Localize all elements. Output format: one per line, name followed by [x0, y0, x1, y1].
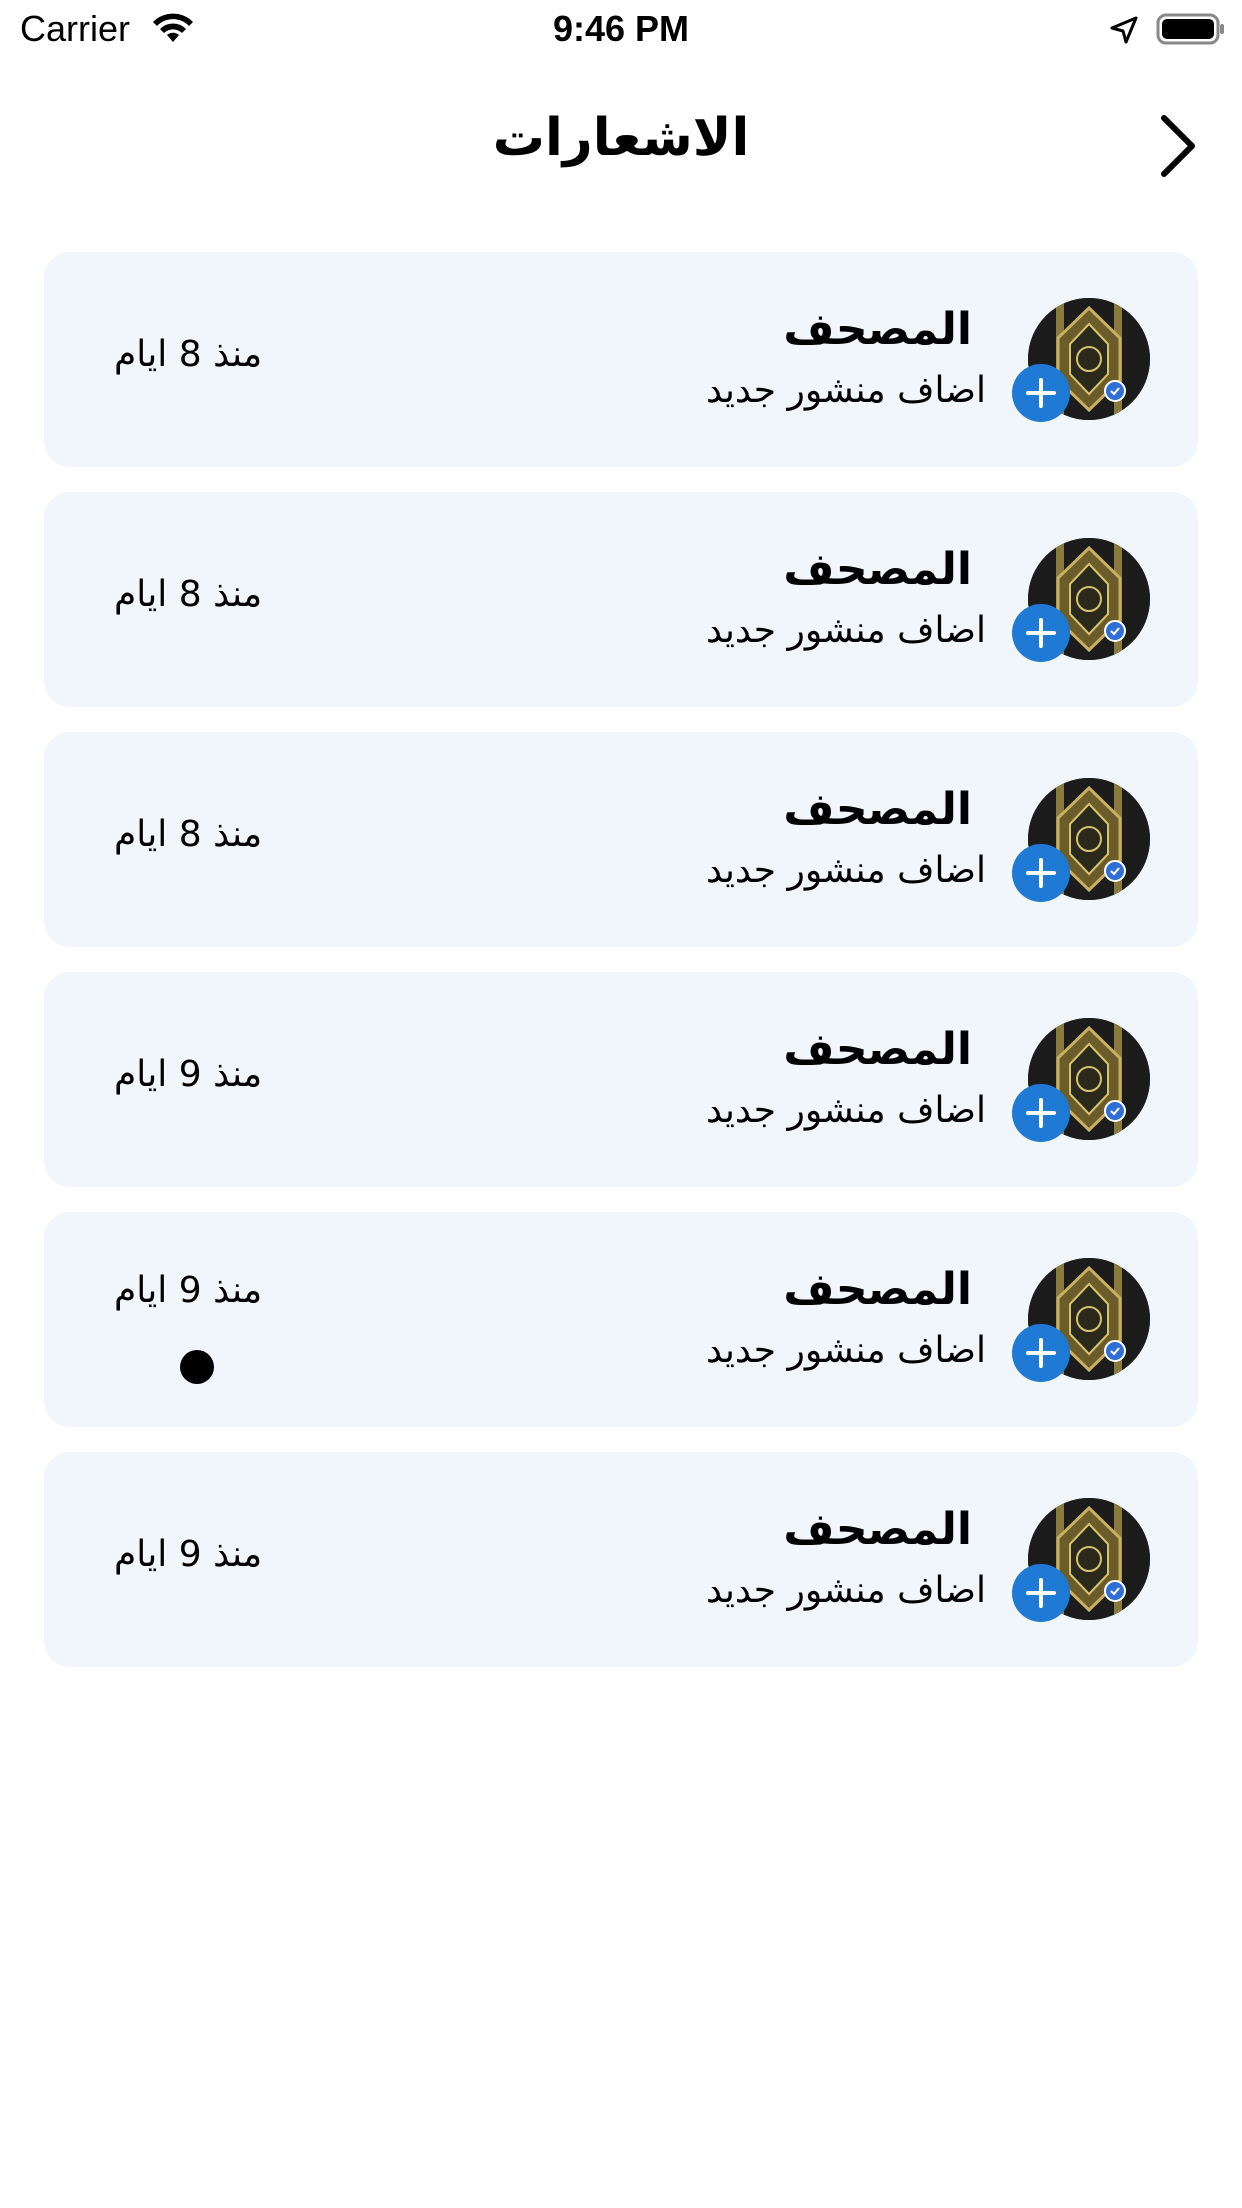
notification-text: اضاف منشور جديد [705, 610, 986, 651]
plus-icon [1026, 1578, 1056, 1608]
notification-time: منذ 8 ايام [114, 334, 263, 375]
follow-button[interactable] [1012, 844, 1070, 902]
status-time: 9:46 PM [552, 8, 690, 49]
avatar-container [1012, 1498, 1150, 1622]
verified-icon [1104, 1340, 1126, 1362]
verified-icon [1104, 1580, 1126, 1602]
notification-card[interactable]: المصحف اضاف منشور جديد منذ 8 ايام [44, 252, 1198, 467]
page-title: الاشعارات [492, 108, 750, 168]
verified-icon [1104, 860, 1126, 882]
sender-name: المصحف [783, 304, 972, 355]
follow-button[interactable] [1012, 1564, 1070, 1622]
plus-icon [1026, 858, 1056, 888]
unread-indicator [180, 1350, 214, 1384]
follow-button[interactable] [1012, 604, 1070, 662]
sender-name: المصحف [783, 544, 972, 595]
follow-button[interactable] [1012, 1324, 1070, 1382]
notification-time: منذ 8 ايام [114, 574, 263, 615]
notifications-list: المصحف اضاف منشور جديد منذ 8 ايام المصحف… [44, 252, 1198, 1692]
notification-text: اضاف منشور جديد [705, 1090, 986, 1131]
notification-time: منذ 9 ايام [114, 1054, 263, 1095]
location-icon [1110, 16, 1138, 44]
battery-icon [1156, 13, 1224, 45]
notification-card[interactable]: المصحف اضاف منشور جديد منذ 8 ايام [44, 732, 1198, 947]
avatar-container [1012, 538, 1150, 662]
notification-time: منذ 8 ايام [114, 814, 263, 855]
notification-text: اضاف منشور جديد [705, 1330, 986, 1371]
notification-text: اضاف منشور جديد [705, 370, 986, 411]
status-bar: Carrier 9:46 PM [0, 0, 1242, 62]
avatar-container [1012, 1018, 1150, 1142]
back-button[interactable] [1150, 110, 1206, 182]
plus-icon [1026, 378, 1056, 408]
notification-card[interactable]: المصحف اضاف منشور جديد منذ 8 ايام [44, 492, 1198, 707]
sender-name: المصحف [783, 1024, 972, 1075]
notification-card[interactable]: المصحف اضاف منشور جديد منذ 9 ايام [44, 1212, 1198, 1427]
plus-icon [1026, 618, 1056, 648]
sender-name: المصحف [783, 784, 972, 835]
follow-button[interactable] [1012, 1084, 1070, 1142]
plus-icon [1026, 1098, 1056, 1128]
verified-icon [1104, 1100, 1126, 1122]
notification-time: منذ 9 ايام [114, 1270, 263, 1311]
chevron-right-icon [1161, 115, 1195, 177]
avatar-container [1012, 298, 1150, 422]
follow-button[interactable] [1012, 364, 1070, 422]
sender-name: المصحف [783, 1264, 972, 1315]
notification-time: منذ 9 ايام [114, 1534, 263, 1575]
navigation-bar: الاشعارات [0, 90, 1242, 200]
avatar-container [1012, 778, 1150, 902]
plus-icon [1026, 1338, 1056, 1368]
notification-card[interactable]: المصحف اضاف منشور جديد منذ 9 ايام [44, 972, 1198, 1187]
avatar-container [1012, 1258, 1150, 1382]
verified-icon [1104, 380, 1126, 402]
notifications-screen: Carrier 9:46 PM الاشعارات المصحف اضاف من… [0, 0, 1242, 2208]
notification-card[interactable]: المصحف اضاف منشور جديد منذ 9 ايام [44, 1452, 1198, 1667]
notification-text: اضاف منشور جديد [705, 850, 986, 891]
sender-name: المصحف [783, 1504, 972, 1555]
verified-icon [1104, 620, 1126, 642]
notification-text: اضاف منشور جديد [705, 1570, 986, 1611]
